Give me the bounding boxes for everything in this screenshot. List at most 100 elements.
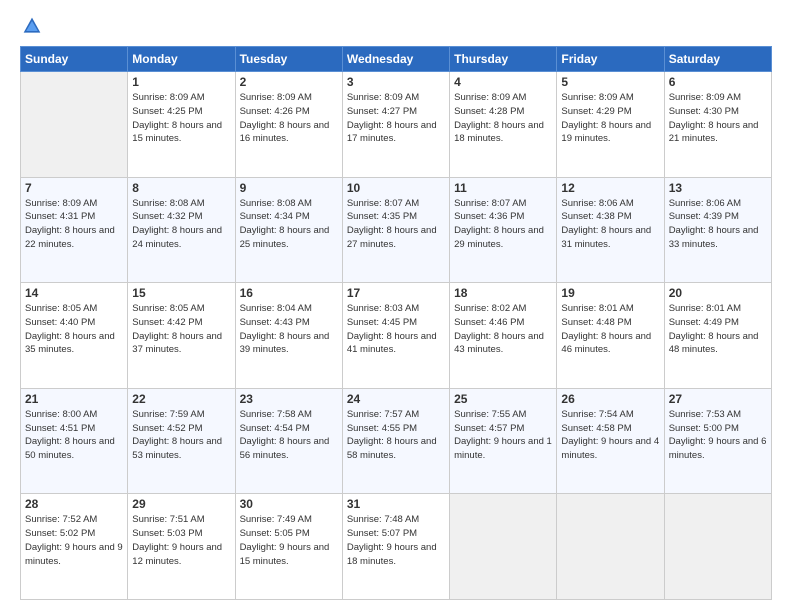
day-number: 29 bbox=[132, 497, 230, 511]
day-info: Sunrise: 8:08 AMSunset: 4:34 PMDaylight:… bbox=[240, 197, 338, 252]
day-info: Sunrise: 8:09 AMSunset: 4:31 PMDaylight:… bbox=[25, 197, 123, 252]
calendar-cell bbox=[557, 494, 664, 600]
calendar-cell: 27 Sunrise: 7:53 AMSunset: 5:00 PMDayligh… bbox=[664, 388, 771, 494]
calendar-cell: 6 Sunrise: 8:09 AMSunset: 4:30 PMDaylight… bbox=[664, 72, 771, 178]
day-number: 16 bbox=[240, 286, 338, 300]
calendar-cell: 5 Sunrise: 8:09 AMSunset: 4:29 PMDaylight… bbox=[557, 72, 664, 178]
day-number: 13 bbox=[669, 181, 767, 195]
day-number: 6 bbox=[669, 75, 767, 89]
header bbox=[20, 16, 772, 36]
logo bbox=[20, 16, 42, 36]
calendar-week-row: 21Sunrise: 8:00 AMSunset: 4:51 PMDayligh… bbox=[21, 388, 772, 494]
day-number: 31 bbox=[347, 497, 445, 511]
day-info: Sunrise: 8:09 AMSunset: 4:26 PMDaylight:… bbox=[240, 91, 338, 146]
day-info: Sunrise: 7:51 AMSunset: 5:03 PMDaylight:… bbox=[132, 513, 230, 568]
logo-icon bbox=[22, 16, 42, 36]
day-info: Sunrise: 7:57 AMSunset: 4:55 PMDaylight:… bbox=[347, 408, 445, 463]
day-number: 18 bbox=[454, 286, 552, 300]
day-info: Sunrise: 8:04 AMSunset: 4:43 PMDaylight:… bbox=[240, 302, 338, 357]
day-info: Sunrise: 8:01 AMSunset: 4:49 PMDaylight:… bbox=[669, 302, 767, 357]
weekday-header-monday: Monday bbox=[128, 47, 235, 72]
page: SundayMondayTuesdayWednesdayThursdayFrid… bbox=[0, 0, 792, 612]
calendar-cell: 12 Sunrise: 8:06 AMSunset: 4:38 PMDayligh… bbox=[557, 177, 664, 283]
calendar-week-row: 1 Sunrise: 8:09 AMSunset: 4:25 PMDaylight… bbox=[21, 72, 772, 178]
day-info: Sunrise: 7:52 AMSunset: 5:02 PMDaylight:… bbox=[25, 513, 123, 568]
day-info: Sunrise: 7:49 AMSunset: 5:05 PMDaylight:… bbox=[240, 513, 338, 568]
day-info: Sunrise: 8:01 AMSunset: 4:48 PMDaylight:… bbox=[561, 302, 659, 357]
calendar-cell: 11 Sunrise: 8:07 AMSunset: 4:36 PMDayligh… bbox=[450, 177, 557, 283]
day-number: 2 bbox=[240, 75, 338, 89]
calendar-table: SundayMondayTuesdayWednesdayThursdayFrid… bbox=[20, 46, 772, 600]
weekday-header-wednesday: Wednesday bbox=[342, 47, 449, 72]
day-number: 8 bbox=[132, 181, 230, 195]
calendar-cell: 3 Sunrise: 8:09 AMSunset: 4:27 PMDaylight… bbox=[342, 72, 449, 178]
weekday-header-saturday: Saturday bbox=[664, 47, 771, 72]
day-number: 23 bbox=[240, 392, 338, 406]
day-number: 10 bbox=[347, 181, 445, 195]
day-number: 14 bbox=[25, 286, 123, 300]
day-info: Sunrise: 8:06 AMSunset: 4:39 PMDaylight:… bbox=[669, 197, 767, 252]
calendar-cell: 9Sunrise: 8:08 AMSunset: 4:34 PMDaylight… bbox=[235, 177, 342, 283]
calendar-cell: 30 Sunrise: 7:49 AMSunset: 5:05 PMDayligh… bbox=[235, 494, 342, 600]
calendar-cell bbox=[21, 72, 128, 178]
day-number: 3 bbox=[347, 75, 445, 89]
day-info: Sunrise: 8:09 AMSunset: 4:30 PMDaylight:… bbox=[669, 91, 767, 146]
calendar-cell bbox=[450, 494, 557, 600]
day-number: 5 bbox=[561, 75, 659, 89]
day-info: Sunrise: 8:09 AMSunset: 4:27 PMDaylight:… bbox=[347, 91, 445, 146]
calendar-cell bbox=[664, 494, 771, 600]
day-number: 12 bbox=[561, 181, 659, 195]
day-number: 19 bbox=[561, 286, 659, 300]
calendar-cell: 2 Sunrise: 8:09 AMSunset: 4:26 PMDaylight… bbox=[235, 72, 342, 178]
calendar-cell: 23 Sunrise: 7:58 AMSunset: 4:54 PMDayligh… bbox=[235, 388, 342, 494]
day-number: 30 bbox=[240, 497, 338, 511]
calendar-week-row: 28 Sunrise: 7:52 AMSunset: 5:02 PMDayligh… bbox=[21, 494, 772, 600]
day-number: 4 bbox=[454, 75, 552, 89]
day-info: Sunrise: 7:58 AMSunset: 4:54 PMDaylight:… bbox=[240, 408, 338, 463]
day-info: Sunrise: 8:09 AMSunset: 4:25 PMDaylight:… bbox=[132, 91, 230, 146]
calendar-cell: 22 Sunrise: 7:59 AMSunset: 4:52 PMDayligh… bbox=[128, 388, 235, 494]
day-info: Sunrise: 8:09 AMSunset: 4:29 PMDaylight:… bbox=[561, 91, 659, 146]
day-info: Sunrise: 8:03 AMSunset: 4:45 PMDaylight:… bbox=[347, 302, 445, 357]
weekday-header-friday: Friday bbox=[557, 47, 664, 72]
calendar-cell: 28 Sunrise: 7:52 AMSunset: 5:02 PMDayligh… bbox=[21, 494, 128, 600]
day-info: Sunrise: 8:05 AMSunset: 4:42 PMDaylight:… bbox=[132, 302, 230, 357]
day-number: 27 bbox=[669, 392, 767, 406]
day-info: Sunrise: 8:05 AMSunset: 4:40 PMDaylight:… bbox=[25, 302, 123, 357]
calendar-cell: 7 Sunrise: 8:09 AMSunset: 4:31 PMDaylight… bbox=[21, 177, 128, 283]
day-info: Sunrise: 7:53 AMSunset: 5:00 PMDaylight:… bbox=[669, 408, 767, 463]
day-info: Sunrise: 8:08 AMSunset: 4:32 PMDaylight:… bbox=[132, 197, 230, 252]
calendar-cell: 20 Sunrise: 8:01 AMSunset: 4:49 PMDayligh… bbox=[664, 283, 771, 389]
calendar-cell: 19 Sunrise: 8:01 AMSunset: 4:48 PMDayligh… bbox=[557, 283, 664, 389]
day-number: 26 bbox=[561, 392, 659, 406]
calendar-week-row: 14 Sunrise: 8:05 AMSunset: 4:40 PMDayligh… bbox=[21, 283, 772, 389]
day-info: Sunrise: 7:48 AMSunset: 5:07 PMDaylight:… bbox=[347, 513, 445, 568]
calendar-cell: 25 Sunrise: 7:55 AMSunset: 4:57 PMDayligh… bbox=[450, 388, 557, 494]
calendar-cell: 18Sunrise: 8:02 AMSunset: 4:46 PMDayligh… bbox=[450, 283, 557, 389]
day-number: 7 bbox=[25, 181, 123, 195]
day-number: 28 bbox=[25, 497, 123, 511]
day-info: Sunrise: 7:55 AMSunset: 4:57 PMDaylight:… bbox=[454, 408, 552, 463]
day-number: 22 bbox=[132, 392, 230, 406]
day-info: Sunrise: 8:06 AMSunset: 4:38 PMDaylight:… bbox=[561, 197, 659, 252]
calendar-cell: 8 Sunrise: 8:08 AMSunset: 4:32 PMDaylight… bbox=[128, 177, 235, 283]
weekday-header-sunday: Sunday bbox=[21, 47, 128, 72]
calendar-cell: 29 Sunrise: 7:51 AMSunset: 5:03 PMDayligh… bbox=[128, 494, 235, 600]
day-number: 17 bbox=[347, 286, 445, 300]
day-number: 11 bbox=[454, 181, 552, 195]
day-number: 1 bbox=[132, 75, 230, 89]
day-info: Sunrise: 7:59 AMSunset: 4:52 PMDaylight:… bbox=[132, 408, 230, 463]
weekday-header-thursday: Thursday bbox=[450, 47, 557, 72]
day-info: Sunrise: 8:07 AMSunset: 4:35 PMDaylight:… bbox=[347, 197, 445, 252]
calendar-cell: 17 Sunrise: 8:03 AMSunset: 4:45 PMDayligh… bbox=[342, 283, 449, 389]
calendar-cell: 4Sunrise: 8:09 AMSunset: 4:28 PMDaylight… bbox=[450, 72, 557, 178]
calendar-cell: 24Sunrise: 7:57 AMSunset: 4:55 PMDayligh… bbox=[342, 388, 449, 494]
day-number: 20 bbox=[669, 286, 767, 300]
calendar-cell: 1 Sunrise: 8:09 AMSunset: 4:25 PMDaylight… bbox=[128, 72, 235, 178]
weekday-header-row: SundayMondayTuesdayWednesdayThursdayFrid… bbox=[21, 47, 772, 72]
day-info: Sunrise: 8:07 AMSunset: 4:36 PMDaylight:… bbox=[454, 197, 552, 252]
calendar-cell: 15 Sunrise: 8:05 AMSunset: 4:42 PMDayligh… bbox=[128, 283, 235, 389]
calendar-cell: 16 Sunrise: 8:04 AMSunset: 4:43 PMDayligh… bbox=[235, 283, 342, 389]
day-number: 25 bbox=[454, 392, 552, 406]
day-number: 15 bbox=[132, 286, 230, 300]
